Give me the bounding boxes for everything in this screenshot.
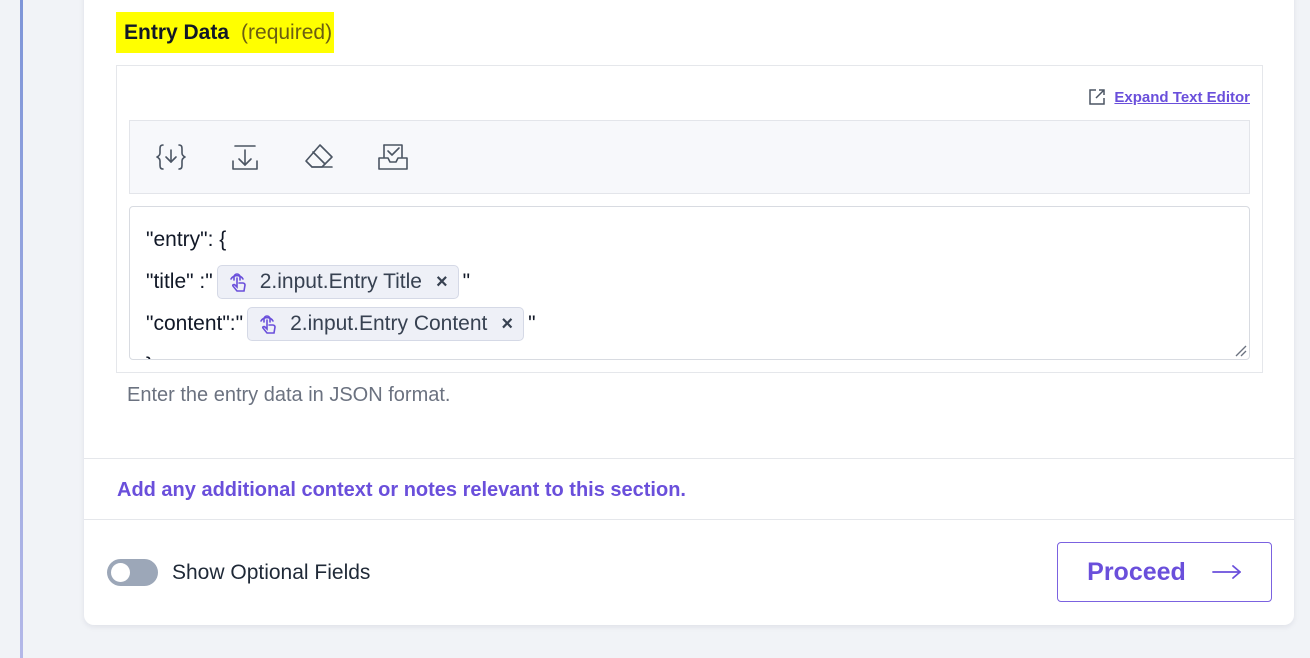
code-text: "entry": { xyxy=(146,228,227,251)
add-notes-link[interactable]: Add any additional context or notes rele… xyxy=(117,479,686,502)
code-textarea[interactable]: "entry": { "title" :" 2.input.Entry Titl… xyxy=(129,206,1250,360)
eraser-icon xyxy=(305,144,333,168)
code-text: " xyxy=(462,270,471,293)
optional-fields-label: Show Optional Fields xyxy=(172,560,371,584)
optional-fields-toggle-row: Show Optional Fields xyxy=(107,559,370,586)
left-rail xyxy=(0,0,20,658)
editor-toolbar xyxy=(129,120,1250,194)
code-text: } xyxy=(146,354,153,359)
step-card: Entry Data (required) Expand Text Editor xyxy=(84,0,1294,625)
resize-handle-icon[interactable] xyxy=(1233,343,1247,357)
remove-variable-icon[interactable]: × xyxy=(501,313,513,336)
variable-pill-label: 2.input.Entry Title xyxy=(259,270,422,293)
proceed-button[interactable]: Proceed xyxy=(1057,542,1272,602)
code-text: "content":" xyxy=(146,312,244,335)
remove-variable-icon[interactable]: × xyxy=(436,271,448,294)
save-button[interactable] xyxy=(376,140,410,174)
code-line: "title" :" 2.input.Entry Title × " xyxy=(146,261,1233,303)
required-indicator: (required) xyxy=(241,20,333,44)
external-link-icon xyxy=(1089,89,1106,105)
divider xyxy=(84,519,1294,520)
code-text: "title" :" xyxy=(146,270,213,293)
proceed-label: Proceed xyxy=(1087,557,1186,586)
field-label: Entry Data (required) xyxy=(116,12,335,53)
touch-icon xyxy=(258,313,278,335)
clear-button[interactable] xyxy=(302,140,336,174)
variable-pill[interactable]: 2.input.Entry Title × xyxy=(216,265,459,299)
inbox-check-icon xyxy=(378,144,408,170)
arrow-right-icon xyxy=(1211,565,1241,579)
insert-variable-button[interactable] xyxy=(154,140,188,174)
json-editor: Expand Text Editor "entry": {"title":"… xyxy=(116,65,1263,373)
field-label-name: Entry Data xyxy=(124,20,230,44)
code-text: " xyxy=(528,312,536,335)
expand-text-editor-label: Expand Text Editor xyxy=(1114,88,1250,106)
download-icon xyxy=(232,145,258,170)
insert-variable-icon xyxy=(156,144,186,170)
code-line: } xyxy=(146,345,1233,359)
touch-icon xyxy=(228,271,248,293)
variable-pill[interactable]: 2.input.Entry Content × xyxy=(247,307,525,341)
variable-pill-label: 2.input.Entry Content xyxy=(290,312,488,335)
divider xyxy=(84,458,1294,459)
field-help-text: Enter the entry data in JSON format. xyxy=(127,384,451,406)
code-line: "entry": { xyxy=(146,219,1233,261)
import-button[interactable] xyxy=(228,140,262,174)
toggle-knob xyxy=(111,563,130,582)
optional-fields-toggle[interactable] xyxy=(107,559,158,586)
timeline-line xyxy=(20,0,23,658)
code-line: "content":" 2.input.Entry Content × " xyxy=(146,303,1233,345)
expand-text-editor-link[interactable]: Expand Text Editor xyxy=(1088,88,1250,106)
